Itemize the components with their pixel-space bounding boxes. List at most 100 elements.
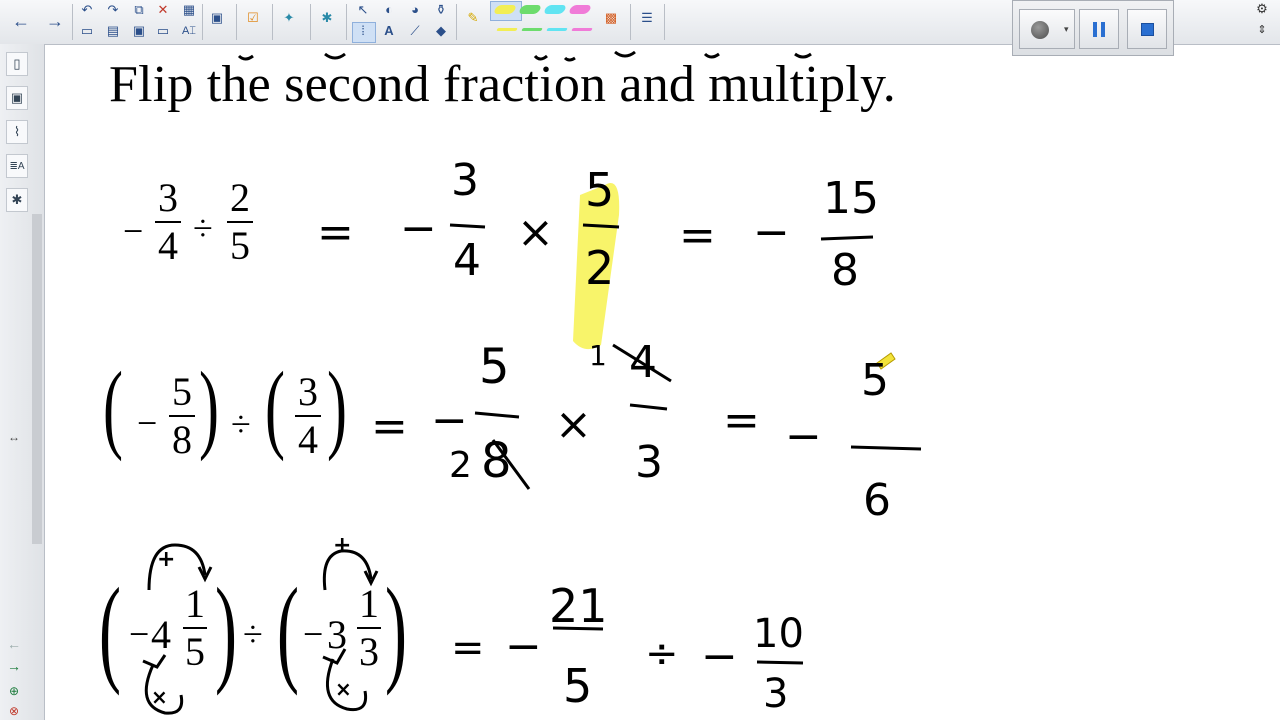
green-pen-swatch[interactable] — [517, 5, 543, 14]
r3-m1-whole: 4 — [151, 612, 171, 657]
arrow-left-icon[interactable]: ← — [7, 636, 21, 652]
new-page-icon[interactable]: ⧉ — [130, 2, 148, 18]
r3-left-paren-2: ( — [277, 563, 299, 696]
select-pointer-icon[interactable]: ↖ — [354, 2, 372, 18]
r2-hand-neg: − — [431, 395, 468, 446]
r3-equals: = — [451, 625, 485, 671]
stop-button[interactable] — [1127, 9, 1167, 49]
r2-hand-reduced-n2: 1 — [589, 339, 607, 372]
pink-thin-pen-swatch[interactable] — [571, 28, 593, 31]
r2-hand-neg-2: − — [785, 411, 822, 462]
hand-bar-r1-1 — [449, 223, 486, 229]
record-button[interactable]: ▾ — [1019, 9, 1075, 49]
r1-hand-d3: 8 — [831, 245, 859, 296]
addons-icon[interactable]: ✱ — [6, 188, 28, 212]
eraser-icon[interactable]: ◆ — [432, 23, 450, 39]
line-tool-icon[interactable]: ⟋ — [406, 23, 424, 39]
screen-icon[interactable]: ▭ — [154, 23, 172, 39]
undo-icon[interactable]: ↶ — [78, 2, 96, 18]
hand-bar-r2-1 — [474, 411, 520, 419]
r3-hand-d1: 5 — [563, 659, 593, 713]
r3-hand-divide: ÷ — [645, 631, 679, 677]
screen-shade-icon[interactable]: ▣ — [208, 10, 226, 26]
resize-arrows-icon[interactable]: ↔ — [8, 430, 20, 444]
toolbar-separator — [310, 4, 311, 40]
r1-neg-sign: − — [123, 211, 144, 251]
measurement-icon[interactable]: ☑ — [244, 10, 262, 26]
redo-icon[interactable]: ↷ — [104, 2, 122, 18]
green-thin-pen-swatch[interactable] — [521, 28, 543, 31]
r2-hand-n2: 4 — [629, 337, 657, 388]
r3-m2-whole: 3 — [327, 612, 347, 657]
spell-check-icon[interactable]: A⌶ — [180, 23, 198, 39]
r3-hand-neg-2: − — [701, 631, 738, 682]
text-tool-icon[interactable]: A — [380, 23, 398, 39]
r1-divide-sign: ÷ — [193, 208, 213, 248]
whiteboard-canvas[interactable]: Flip the second fraction and multiply. −… — [45, 45, 1280, 720]
save-icon[interactable]: ▣ — [130, 23, 148, 39]
r3-m2-denominator: 3 — [359, 629, 379, 674]
cyan-pen-swatch[interactable] — [542, 5, 568, 14]
capture-icon[interactable]: ✱ — [318, 10, 336, 26]
pen-icon[interactable]: ✎ — [464, 10, 482, 26]
r2-fraction-1: 5 8 — [167, 371, 197, 461]
arrow-right-icon[interactable]: → — [7, 658, 21, 674]
r2-equals-2: = — [723, 395, 760, 446]
toolbar-separator — [346, 4, 347, 40]
r3-m1-numerator: 1 — [185, 581, 205, 626]
shapes-icon[interactable]: ◐ — [380, 2, 398, 18]
back-arrow-icon[interactable]: ← — [8, 4, 34, 38]
r2-f2-numerator: 3 — [298, 369, 318, 414]
r3-m2-numerator: 1 — [359, 581, 379, 626]
move-toolbar-icon[interactable]: ⇕ — [1253, 22, 1271, 38]
toolbar-separator — [72, 4, 73, 40]
r3-m1-fraction: 1 5 — [181, 583, 209, 673]
multi-select-icon[interactable]: ⁞ — [354, 23, 372, 39]
open-file-icon[interactable]: ▭ — [78, 23, 96, 39]
delete-page-icon[interactable]: ⊗ — [9, 704, 19, 718]
r3-m2-sign: − — [303, 614, 324, 654]
paint-bucket-icon[interactable]: ⚱ — [432, 2, 450, 18]
r1-hand-n2: 5 — [585, 163, 615, 217]
r1-hand-n1: 3 — [451, 155, 479, 206]
right-toolbar: ⚙ ⇕ — [1244, 0, 1280, 44]
toolbar-separator — [456, 4, 457, 40]
delete-icon[interactable]: ✕ — [154, 2, 172, 18]
stop-square-icon — [1141, 23, 1154, 36]
r3-right-paren-2: ) — [385, 563, 407, 696]
r2-left-paren-1: ( — [103, 351, 123, 462]
color-palette-icon[interactable]: ▩ — [602, 10, 620, 26]
r1-f2-denominator: 5 — [230, 223, 250, 268]
paste-icon[interactable]: ▤ — [104, 23, 122, 39]
r2-hand-d1: 8 — [481, 433, 512, 489]
hand-bar-r1-2 — [582, 223, 620, 229]
pause-button[interactable] — [1079, 9, 1119, 49]
gallery-icon[interactable]: ▣ — [6, 86, 28, 110]
properties-icon[interactable]: ✦ — [280, 10, 298, 26]
attachments-icon[interactable]: ⌇ — [6, 120, 28, 144]
r3-m1-times-mark: × — [151, 685, 168, 709]
page-sorter-icon[interactable]: ☰ — [638, 10, 656, 26]
table-icon[interactable]: ▦ — [180, 2, 198, 18]
sidebar-scrollbar[interactable] — [32, 214, 42, 544]
r1-f1-numerator: 3 — [158, 175, 178, 220]
forward-arrow-icon[interactable]: → — [42, 4, 68, 38]
r3-m1-plus-mark: + — [157, 547, 176, 572]
r2-divide-sign: ÷ — [231, 404, 251, 444]
r3-m2-fraction: 1 3 — [355, 583, 383, 673]
chevron-down-icon[interactable]: ▾ — [1064, 24, 1069, 35]
r2-f2-denominator: 4 — [298, 417, 318, 462]
r2-hand-d2: 3 — [635, 437, 663, 488]
gear-icon[interactable]: ⚙ — [1253, 1, 1271, 17]
toolbar-separator — [272, 4, 273, 40]
cyan-thin-pen-swatch[interactable] — [546, 28, 568, 31]
fill-icon[interactable]: ◕ — [406, 2, 424, 18]
yellow-thin-pen-swatch[interactable] — [496, 28, 518, 31]
r2-f1-denominator: 8 — [172, 417, 192, 462]
r3-m2-times-mark: × — [335, 677, 352, 701]
page-sorter-icon[interactable]: ▯ — [6, 52, 28, 76]
properties-icon[interactable]: ≣A — [6, 154, 28, 178]
add-page-icon[interactable]: ⊕ — [9, 684, 19, 698]
r1-hand-d1: 4 — [453, 235, 481, 286]
pink-pen-swatch[interactable] — [567, 5, 593, 14]
